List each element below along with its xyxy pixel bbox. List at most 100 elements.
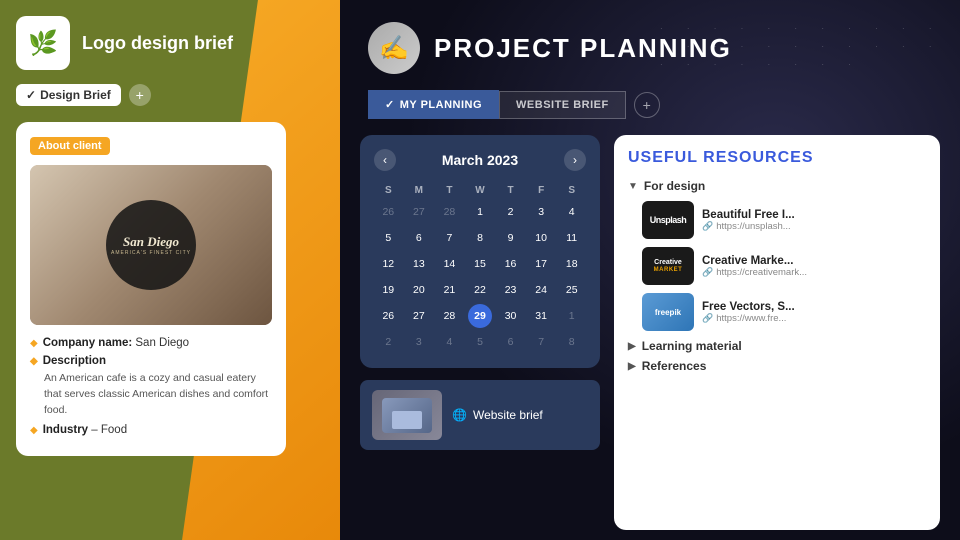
cal-day[interactable]: 20 (407, 278, 431, 302)
website-brief-tab-label: WEBSITE BRIEF (516, 99, 609, 111)
cal-header-t2: T (496, 183, 525, 198)
cal-day[interactable]: 31 (529, 304, 553, 328)
cal-day[interactable]: 27 (407, 200, 431, 224)
expand-arrow-icon-2: ▶ (628, 361, 636, 372)
resource-item-creative[interactable]: Creative MARKET Creative Marke... 🔗 http… (628, 247, 926, 285)
main-area: ‹ March 2023 › S M T W T F S 26 (340, 119, 960, 540)
logo-header: 🌿 Logo design brief (16, 16, 324, 70)
cal-day[interactable]: 4 (437, 330, 461, 354)
cal-day[interactable]: 1 (560, 304, 584, 328)
design-category-label: For design (644, 179, 705, 193)
cal-day[interactable]: 3 (529, 200, 553, 224)
cal-header-m: M (405, 183, 434, 198)
calendar-next-button[interactable]: › (564, 149, 586, 171)
about-client-card: About client San Diego America's Finest … (16, 122, 286, 456)
collapse-arrow-icon: ▼ (628, 181, 638, 192)
cal-day[interactable]: 13 (407, 252, 431, 276)
cal-day[interactable]: 5 (376, 226, 400, 250)
creative-info: Creative Marke... 🔗 https://creativemark… (702, 255, 926, 278)
logo-icon-box: 🌿 (16, 16, 70, 70)
sign-main-text: San Diego (123, 234, 179, 250)
cal-day[interactable]: 25 (560, 278, 584, 302)
resource-item-unsplash[interactable]: Unsplash Beautiful Free I... 🔗 https://u… (628, 201, 926, 239)
references-category-label: References (642, 359, 707, 373)
cal-day[interactable]: 1 (468, 200, 492, 224)
add-right-tab-button[interactable]: + (634, 92, 660, 118)
cal-day[interactable]: 5 (468, 330, 492, 354)
my-planning-check-icon: ✓ (385, 98, 395, 111)
sign-sub-text: America's Finest City (111, 250, 191, 256)
website-brief-image (372, 390, 442, 440)
cal-day[interactable]: 9 (499, 226, 523, 250)
website-brief-label: 🌐 Website brief (452, 408, 543, 422)
website-brief-text: Website brief (473, 408, 543, 422)
cal-day[interactable]: 19 (376, 278, 400, 302)
cal-day[interactable]: 6 (407, 226, 431, 250)
cal-day[interactable]: 8 (468, 226, 492, 250)
add-tab-button[interactable]: + (129, 84, 151, 106)
cal-day[interactable]: 27 (407, 304, 431, 328)
cal-header-t1: T (435, 183, 464, 198)
cal-day[interactable]: 21 (437, 278, 461, 302)
industry-value: Food (101, 424, 127, 436)
design-brief-tab[interactable]: ✓ Design Brief (16, 84, 121, 106)
calendar-prev-button[interactable]: ‹ (374, 149, 396, 171)
cal-day[interactable]: 8 (560, 330, 584, 354)
project-title: PROJECT PLANNING (434, 33, 732, 64)
freepik-url: 🔗 https://www.fre... (702, 313, 926, 324)
tab-bar: ✓ Design Brief + (16, 84, 324, 106)
cal-day-today[interactable]: 29 (468, 304, 492, 328)
cal-day[interactable]: 10 (529, 226, 553, 250)
creative-url-text: https://creativemark... (716, 267, 807, 278)
cal-day[interactable]: 15 (468, 252, 492, 276)
calendar-grid: S M T W T F S 26 27 28 1 2 3 4 (374, 183, 586, 354)
creative-name: Creative Marke... (702, 255, 926, 267)
freepik-name: Free Vectors, S... (702, 301, 926, 313)
company-name-field: ◆ Company name: San Diego (30, 337, 272, 349)
unsplash-name: Beautiful Free I... (702, 209, 926, 221)
cal-day[interactable]: 28 (437, 304, 461, 328)
company-value: San Diego (135, 337, 189, 349)
diamond-icon-3: ◆ (30, 425, 38, 436)
calendar-section: ‹ March 2023 › S M T W T F S 26 (360, 135, 600, 530)
references-category-header[interactable]: ▶ References (628, 359, 926, 373)
expand-arrow-icon: ▶ (628, 341, 636, 352)
website-brief-tab[interactable]: WEBSITE BRIEF (499, 91, 626, 119)
link-icon-2: 🔗 (702, 267, 713, 278)
left-panel: 🌿 Logo design brief ✓ Design Brief + Abo… (0, 0, 340, 540)
cal-day[interactable]: 28 (437, 200, 461, 224)
cal-day[interactable]: 23 (499, 278, 523, 302)
cal-day[interactable]: 22 (468, 278, 492, 302)
my-planning-tab[interactable]: ✓ MY PLANNING (368, 90, 499, 119)
resource-item-freepik[interactable]: freepik Free Vectors, S... 🔗 https://www… (628, 293, 926, 331)
cal-day[interactable]: 2 (376, 330, 400, 354)
cal-day[interactable]: 26 (376, 200, 400, 224)
sign-circle: San Diego America's Finest City (106, 200, 196, 290)
cal-day[interactable]: 6 (499, 330, 523, 354)
tab-check-icon: ✓ (26, 88, 36, 102)
cal-day[interactable]: 4 (560, 200, 584, 224)
cal-day[interactable]: 16 (499, 252, 523, 276)
cal-day[interactable]: 7 (529, 330, 553, 354)
cal-day[interactable]: 2 (499, 200, 523, 224)
cal-day[interactable]: 26 (376, 304, 400, 328)
cal-day[interactable]: 24 (529, 278, 553, 302)
cal-header-w: W (466, 183, 495, 198)
cal-day[interactable]: 11 (560, 226, 584, 250)
diamond-icon-2: ◆ (30, 356, 38, 367)
logo-icon: 🌿 (28, 29, 58, 58)
cal-day[interactable]: 14 (437, 252, 461, 276)
project-avatar: ✍️ (368, 22, 420, 74)
cal-day[interactable]: 17 (529, 252, 553, 276)
cal-day[interactable]: 12 (376, 252, 400, 276)
website-brief-thumbnail[interactable]: 🌐 Website brief (360, 380, 600, 450)
cal-day[interactable]: 18 (560, 252, 584, 276)
cal-day[interactable]: 3 (407, 330, 431, 354)
cal-day[interactable]: 7 (437, 226, 461, 250)
learning-category-header[interactable]: ▶ Learning material (628, 339, 926, 353)
logo-title: Logo design brief (82, 33, 233, 54)
calendar-widget: ‹ March 2023 › S M T W T F S 26 (360, 135, 600, 368)
cal-day[interactable]: 30 (499, 304, 523, 328)
design-category-header[interactable]: ▼ For design (628, 179, 926, 193)
unsplash-url: 🔗 https://unsplash... (702, 221, 926, 232)
